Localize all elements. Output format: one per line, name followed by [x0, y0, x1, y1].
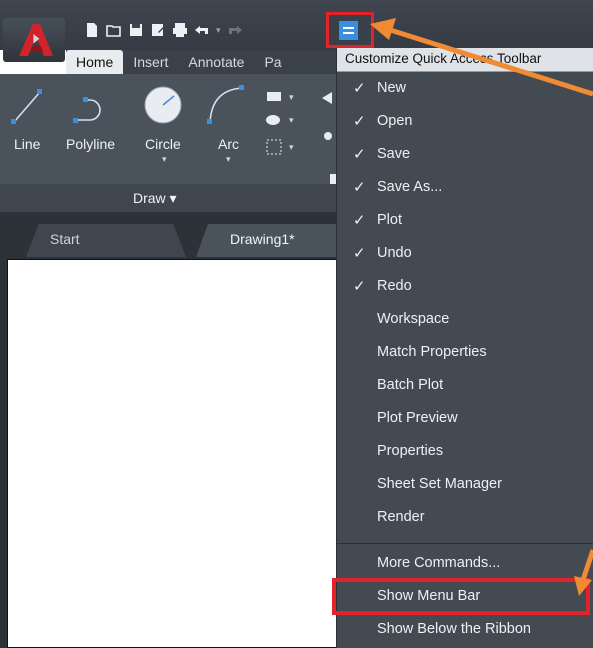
arrow-to-show-menu-bar-icon [574, 549, 593, 596]
arrow-to-customize-icon [370, 18, 593, 97]
annotation-arrows [370, 18, 593, 596]
